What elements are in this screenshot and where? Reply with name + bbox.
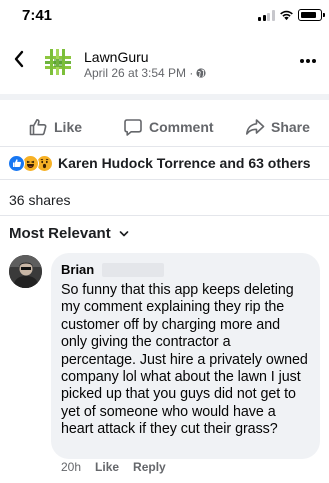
- divider: [0, 94, 329, 100]
- thumbs-up-icon: [29, 119, 47, 136]
- post-header: LawnGuru April 26 at 3:54 PM ·: [0, 30, 329, 94]
- like-button[interactable]: Like: [28, 108, 82, 146]
- battery-level: [300, 11, 316, 18]
- like-label: Like: [54, 119, 83, 135]
- shares-count[interactable]: 36 shares: [9, 192, 70, 208]
- share-button[interactable]: Share: [245, 108, 310, 146]
- share-icon: [246, 119, 265, 135]
- battery-icon: [298, 9, 325, 21]
- lawnguru-logo[interactable]: [42, 46, 74, 78]
- sort-label: Most Relevant: [9, 225, 111, 242]
- avatar[interactable]: [9, 255, 42, 288]
- comment-reply-button[interactable]: Reply: [133, 460, 166, 474]
- wifi-icon: [280, 10, 293, 21]
- page-name[interactable]: LawnGuru: [84, 49, 149, 65]
- comment-like-button[interactable]: Like: [95, 460, 119, 474]
- comment-bubble: Brian So funny that this app keeps delet…: [51, 253, 320, 459]
- comment-author-name[interactable]: Brian: [61, 262, 94, 277]
- reactions-summary[interactable]: Karen Hudock Torrence and 63 others: [8, 151, 311, 175]
- comment-text: So funny that this app keeps deleting my…: [61, 282, 308, 438]
- reactions-count-text: Karen Hudock Torrence and 63 others: [58, 155, 311, 171]
- chevron-down-icon: [119, 230, 129, 236]
- comment-footer: 20h Like Reply: [61, 460, 180, 474]
- profile-photo: [9, 255, 42, 288]
- comment-time[interactable]: 20h: [61, 460, 81, 474]
- like-reaction-icon: [8, 154, 25, 172]
- name-redaction: [102, 262, 165, 277]
- comment-author-row: Brian: [61, 262, 309, 277]
- comment-button[interactable]: Comment: [123, 108, 214, 146]
- divider: [0, 146, 329, 147]
- divider: [0, 215, 329, 216]
- comment-label: Comment: [149, 119, 214, 135]
- post-meta: April 26 at 3:54 PM ·: [84, 66, 206, 80]
- comment-icon: [124, 119, 142, 136]
- comment-sort-dropdown[interactable]: Most Relevant: [9, 225, 129, 242]
- status-time: 7:41: [22, 7, 53, 24]
- more-icon[interactable]: [298, 57, 318, 65]
- divider: [0, 179, 329, 180]
- share-label: Share: [271, 119, 310, 135]
- cellular-signal-icon: [258, 10, 275, 21]
- globe-icon: [196, 68, 206, 78]
- back-icon[interactable]: [10, 47, 28, 71]
- post-timestamp[interactable]: April 26 at 3:54 PM ·: [84, 66, 193, 80]
- post-actions-bar: Like Comment Share: [0, 108, 329, 146]
- status-bar: 7:41: [0, 0, 329, 30]
